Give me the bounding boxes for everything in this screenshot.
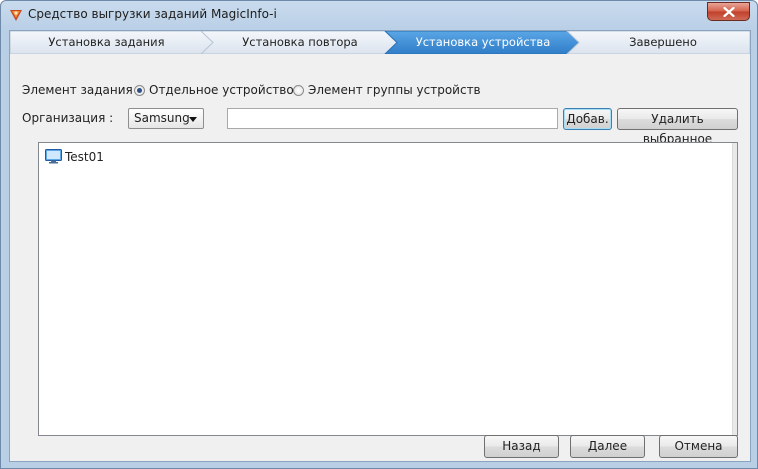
title-bar[interactable]: Средство выгрузки заданий MagicInfo-i — [1, 1, 757, 29]
organization-select[interactable]: Samsung — [128, 108, 204, 129]
app-icon — [10, 10, 22, 21]
radio-device-group[interactable] — [293, 85, 304, 96]
step-1: Установка задания — [48, 35, 165, 49]
window-title: Средство выгрузки заданий MagicInfo-i — [28, 7, 277, 21]
chevron-down-icon — [189, 117, 197, 122]
step-2: Установка повтора — [242, 35, 358, 49]
organization-label: Организация : — [22, 111, 114, 125]
close-icon — [723, 7, 735, 17]
list-item-label: Test01 — [65, 150, 104, 164]
close-button[interactable] — [707, 2, 750, 21]
organization-select-value: Samsung — [134, 111, 190, 125]
dialog-window: Средство выгрузки заданий MagicInfo-i Ус… — [0, 0, 758, 469]
radio-device-group-label[interactable]: Элемент группы устройств — [308, 83, 481, 97]
wizard-steps: Установка задания Установка повтора Уста… — [10, 31, 750, 54]
list-scrollbar[interactable] — [732, 143, 737, 435]
monitor-icon — [45, 149, 62, 164]
back-button[interactable]: Назад — [484, 435, 559, 458]
dialog-client-area: Установка задания Установка повтора Уста… — [9, 30, 751, 462]
remove-selected-button[interactable]: Удалить выбранное — [617, 108, 738, 146]
device-list[interactable]: Test01 — [38, 142, 738, 436]
search-input[interactable] — [227, 108, 558, 129]
add-button[interactable]: Добав. — [563, 108, 612, 130]
radio-single-device[interactable] — [134, 85, 145, 96]
step-4: Завершено — [629, 35, 697, 49]
step-3-active: Установка устройства — [415, 35, 551, 49]
radio-single-device-label[interactable]: Отдельное устройство — [149, 83, 294, 97]
next-button[interactable]: Далее — [570, 435, 645, 458]
cancel-button[interactable]: Отмена — [659, 435, 738, 458]
task-element-label: Элемент задания : — [22, 83, 141, 97]
